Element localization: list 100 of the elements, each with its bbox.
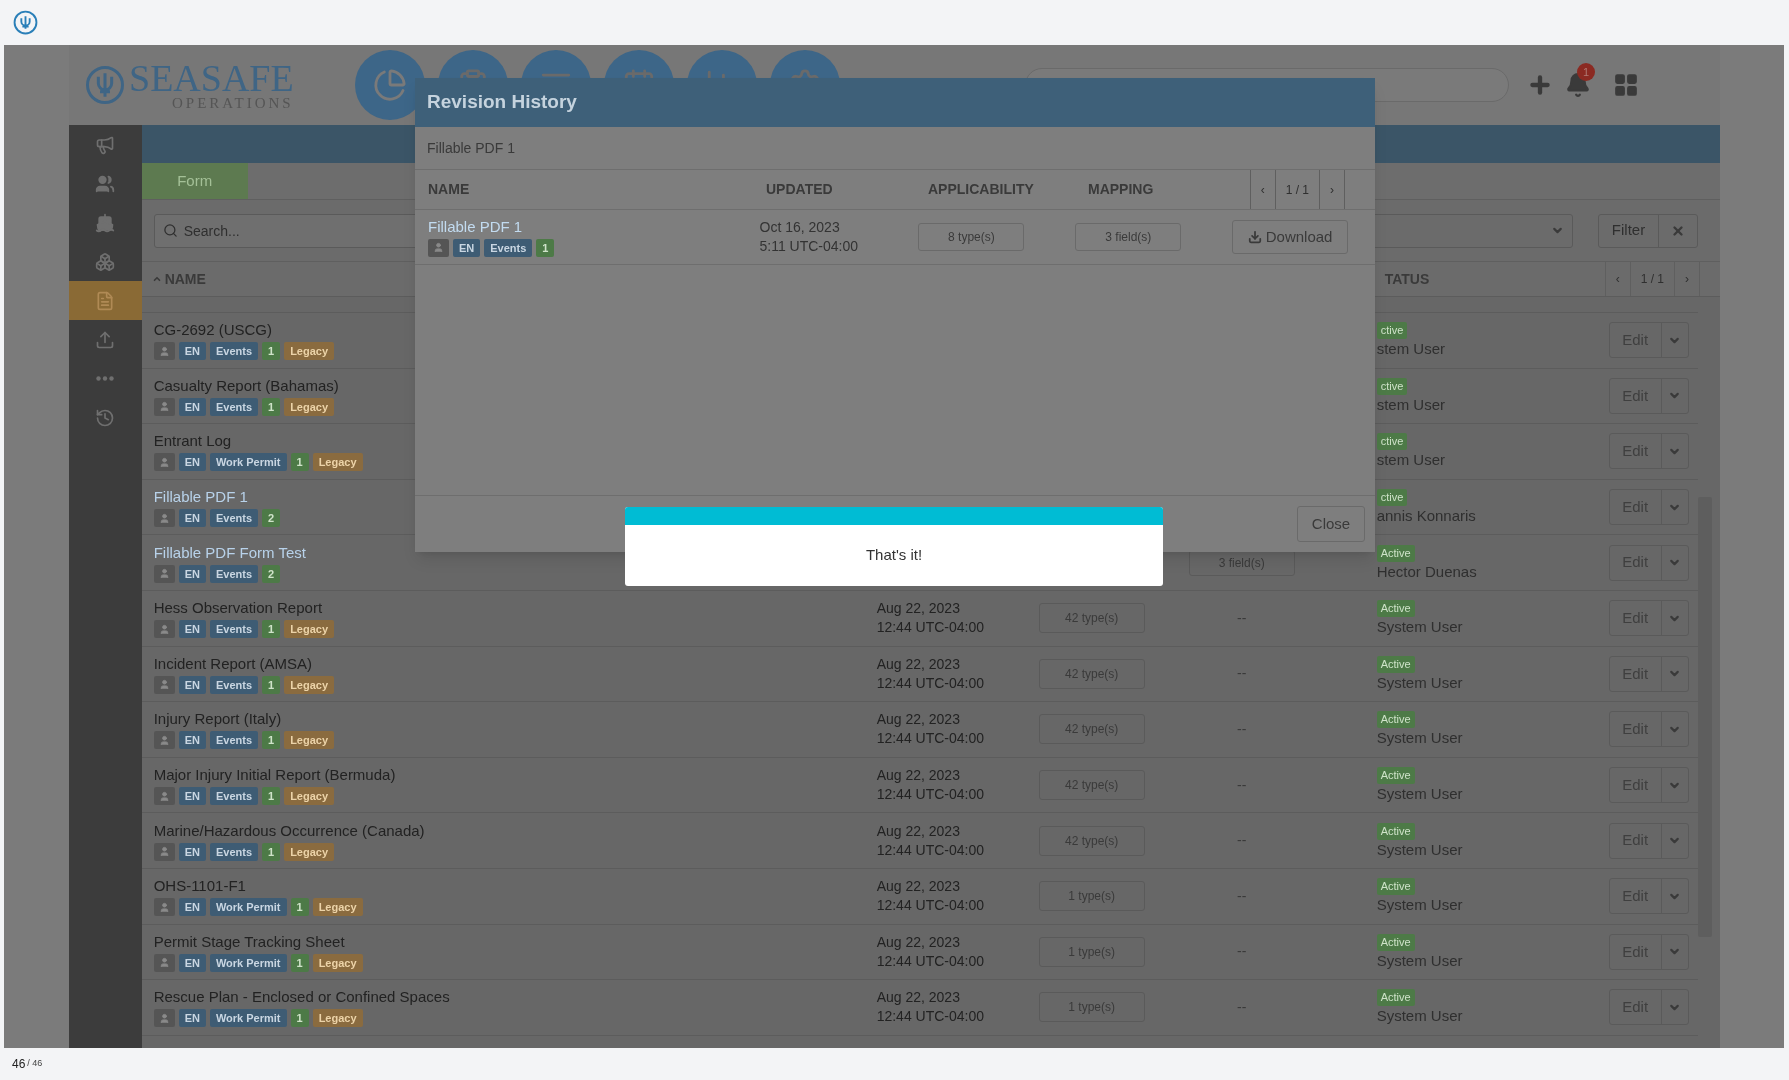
trident-logo-icon[interactable] bbox=[13, 10, 38, 35]
status-badge: Active bbox=[1376, 989, 1415, 1007]
status-badge: ctive bbox=[1376, 489, 1408, 507]
form-name-link[interactable]: Fillable PDF 1 bbox=[153, 487, 248, 507]
updated-date: Aug 22, 2023 bbox=[876, 988, 961, 1008]
page-counter: 46 bbox=[12, 1056, 26, 1073]
sidebar-item[interactable] bbox=[69, 281, 142, 320]
column-header: UPDATED bbox=[766, 180, 834, 199]
updated-time: 12:44 UTC-04:00 bbox=[876, 896, 986, 916]
count-tag: 1 bbox=[262, 675, 281, 694]
person-icon bbox=[158, 401, 170, 413]
tab[interactable]: Form bbox=[141, 163, 248, 199]
count-tag: 2 bbox=[262, 509, 281, 528]
count-tag: 1 bbox=[262, 731, 281, 750]
next-page-button[interactable]: › bbox=[1319, 170, 1345, 209]
mapping-value: -- bbox=[1236, 775, 1247, 795]
download-icon bbox=[1247, 230, 1262, 244]
category-tag: Events bbox=[209, 842, 258, 861]
mapping-value: -- bbox=[1236, 886, 1247, 906]
legacy-tag: Legacy bbox=[284, 731, 335, 750]
form-name: CG-2692 (USCG) bbox=[153, 320, 272, 340]
lang-tag: EN bbox=[178, 453, 206, 472]
updated-time: 12:44 UTC-04:00 bbox=[876, 1007, 986, 1027]
apps-grid-icon[interactable] bbox=[1613, 72, 1639, 98]
applicability-button[interactable]: 8 type(s) bbox=[918, 223, 1025, 251]
user-name: System User bbox=[1376, 950, 1463, 970]
category-tag: Work Permit bbox=[209, 953, 287, 972]
status-badge: Active bbox=[1376, 544, 1415, 562]
add-icon[interactable] bbox=[1527, 72, 1553, 98]
lang-tag: EN bbox=[178, 842, 206, 861]
user-name: annis Konnaris bbox=[1376, 506, 1476, 526]
updated-time: 12:44 UTC-04:00 bbox=[876, 785, 986, 805]
form-name: Casualty Report (Bahamas) bbox=[153, 375, 339, 395]
person-icon bbox=[158, 957, 170, 969]
category-tag: Events bbox=[209, 509, 258, 528]
category-tag: Events bbox=[209, 787, 258, 806]
form-name: Incident Report (AMSA) bbox=[153, 653, 313, 673]
lang-tag: EN bbox=[178, 787, 206, 806]
person-icon bbox=[158, 679, 170, 691]
page-indicator: 1 / 1 bbox=[1274, 170, 1319, 209]
previous-page-button[interactable]: ‹ bbox=[1604, 262, 1630, 296]
ship-icon bbox=[95, 212, 116, 233]
sort-icon[interactable] bbox=[151, 274, 162, 284]
legacy-tag: Legacy bbox=[284, 397, 335, 416]
lang-tag: EN bbox=[178, 1009, 206, 1028]
updated-date: Aug 22, 2023 bbox=[876, 766, 961, 786]
lang-tag: EN bbox=[178, 953, 206, 972]
lang-tag: EN bbox=[178, 620, 206, 639]
person-icon bbox=[158, 1012, 170, 1024]
column-header: APPLICABILITY bbox=[928, 180, 1035, 199]
status-badge: ctive bbox=[1376, 377, 1408, 395]
user-name: stem User bbox=[1376, 394, 1445, 414]
category-tag: Work Permit bbox=[209, 453, 287, 472]
status-badge: Active bbox=[1376, 933, 1415, 951]
count-tag: 1 bbox=[290, 898, 309, 917]
upload-icon bbox=[95, 329, 116, 350]
updated-date: Aug 22, 2023 bbox=[876, 654, 961, 674]
count-tag: 1 bbox=[290, 453, 309, 472]
form-name: Marine/Hazardous Occurrence (Canada) bbox=[153, 820, 425, 840]
mapping-value: -- bbox=[1236, 719, 1247, 739]
user-name: Hector Duenas bbox=[1376, 561, 1477, 581]
lang-tag: EN bbox=[178, 731, 206, 750]
form-name-link[interactable]: Fillable PDF Form Test bbox=[153, 542, 306, 562]
mapping-button[interactable]: 3 field(s) bbox=[1075, 223, 1182, 251]
updated-time: 12:44 UTC-04:00 bbox=[876, 729, 986, 749]
category-tag: Events bbox=[209, 564, 258, 583]
person-icon bbox=[158, 512, 170, 524]
page-total: / 46 bbox=[27, 1057, 43, 1071]
form-name: Major Injury Initial Report (Bermuda) bbox=[153, 765, 396, 785]
updated-date: Aug 22, 2023 bbox=[876, 821, 961, 841]
lang-tag: EN bbox=[178, 509, 206, 528]
users-icon bbox=[95, 173, 116, 194]
boxes-icon bbox=[95, 251, 116, 272]
count-tag: 1 bbox=[262, 397, 281, 416]
lang-tag: EN bbox=[178, 898, 206, 917]
updated-time: 12:44 UTC-04:00 bbox=[876, 673, 986, 693]
person-icon bbox=[158, 345, 170, 357]
lang-tag: EN bbox=[178, 564, 206, 583]
user-name: System User bbox=[1376, 617, 1463, 637]
form-name: Permit Stage Tracking Sheet bbox=[153, 931, 345, 951]
updated-time: 5:11 UTC-04:00 bbox=[759, 237, 860, 256]
user-name: System User bbox=[1376, 839, 1463, 859]
previous-page-button[interactable]: ‹ bbox=[1249, 170, 1275, 209]
next-page-button[interactable]: › bbox=[1674, 262, 1700, 296]
user-name: System User bbox=[1376, 1006, 1463, 1026]
close-button[interactable]: Close bbox=[1297, 506, 1365, 542]
count-tag: 1 bbox=[536, 238, 555, 257]
lang-tag: EN bbox=[178, 397, 206, 416]
form-name: OHS-1101-F1 bbox=[153, 876, 246, 896]
status-badge: Active bbox=[1376, 767, 1415, 785]
form-name-link[interactable]: Fillable PDF 1 bbox=[428, 217, 523, 236]
category-tag: Work Permit bbox=[209, 898, 287, 917]
count-tag: 1 bbox=[262, 787, 281, 806]
status-badge: Active bbox=[1376, 600, 1415, 618]
count-tag: 1 bbox=[262, 620, 281, 639]
category-tag: Events bbox=[209, 620, 258, 639]
download-button[interactable]: Download bbox=[1232, 220, 1348, 254]
legacy-tag: Legacy bbox=[284, 787, 335, 806]
person-icon bbox=[158, 623, 170, 635]
column-header: MAPPING bbox=[1088, 180, 1155, 199]
